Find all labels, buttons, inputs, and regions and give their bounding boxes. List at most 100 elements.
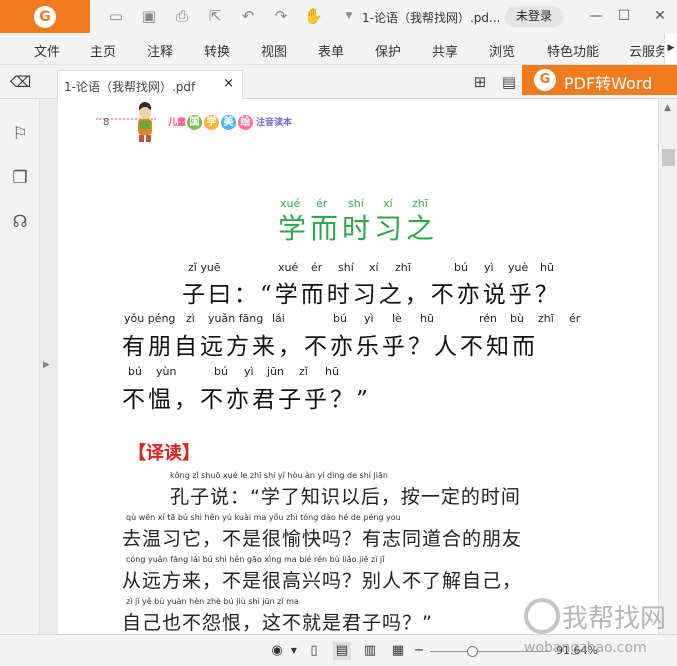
menu-browse[interactable]: 浏览 bbox=[489, 41, 515, 60]
grid-view-icon[interactable]: ⊞ bbox=[471, 73, 489, 91]
text-line: 不愠，不亦君子乎？” bbox=[122, 387, 371, 413]
scroll-thumb[interactable] bbox=[662, 149, 675, 166]
chapter-title: 学而时习之 bbox=[278, 212, 439, 245]
app-logo[interactable]: G bbox=[0, 0, 90, 33]
left-sidebar: ⚐ ❐ ☊ bbox=[0, 99, 40, 634]
translation-pinyin: zì jǐ yě bù yuàn hèn zhè bú jiù shì jūn … bbox=[126, 597, 299, 606]
facing-page-icon[interactable]: ▥ bbox=[361, 642, 379, 660]
translation-line: 去温习它，不是很愉快吗？有志同道合的朋友 bbox=[122, 528, 523, 550]
translation-line: 自己也不怨恨，这不就是君子吗？” bbox=[122, 612, 433, 634]
expand-panel-icon[interactable]: ▶ bbox=[43, 360, 50, 370]
continuous-page-icon[interactable]: ▤ bbox=[333, 642, 351, 660]
pages-icon[interactable]: ❐ bbox=[9, 167, 31, 189]
minimize-icon[interactable]: — bbox=[586, 6, 606, 26]
menu-features[interactable]: 特色功能 bbox=[547, 41, 599, 60]
pinyin: bú bbox=[128, 365, 142, 378]
series-char: 学 bbox=[204, 115, 220, 130]
pinyin: yì bbox=[244, 365, 254, 378]
print-icon[interactable]: ⎙ bbox=[173, 7, 191, 25]
pinyin: hū bbox=[540, 261, 554, 274]
menu-share[interactable]: 共享 bbox=[432, 41, 458, 60]
eraser-icon[interactable]: ⌫ bbox=[10, 73, 31, 91]
undo-icon[interactable]: ↶ bbox=[239, 7, 257, 25]
translation-pinyin: qù wēn xí tā bú shì hěn yú kuài ma yǒu z… bbox=[126, 513, 401, 522]
menu-home[interactable]: 主页 bbox=[90, 41, 116, 60]
pinyin: jūn bbox=[267, 365, 284, 378]
pinyin: yùn bbox=[156, 365, 177, 378]
eye-dropdown-icon[interactable]: ▼ bbox=[285, 642, 303, 660]
pinyin: shí bbox=[338, 261, 354, 274]
translation-line: 从远方来，不是很高兴吗？别人不了解自己， bbox=[122, 570, 523, 592]
pinyin: lè bbox=[392, 312, 402, 325]
pinyin: bú bbox=[214, 365, 228, 378]
translation-pinyin: kǒng zǐ shuō xué le zhī shi yǐ hòu àn yí… bbox=[170, 471, 388, 480]
series-prefix: 儿童 bbox=[168, 118, 187, 128]
pinyin: lái bbox=[272, 312, 285, 325]
pdf-page: 8 儿童国学美绘注音读本 xué ér shí xí zhī 学而时习之 zǐ … bbox=[58, 99, 658, 634]
menu-view[interactable]: 视图 bbox=[261, 41, 287, 60]
single-page-icon[interactable]: ▯ bbox=[305, 642, 323, 660]
dropdown-icon[interactable]: ▼ bbox=[340, 7, 358, 25]
close-icon[interactable]: ✕ bbox=[650, 6, 670, 26]
translation-line: 孔子说：“学了知识以后，按一定的时间 bbox=[170, 486, 521, 508]
pinyin: rén bbox=[479, 312, 498, 325]
menu-cloud[interactable]: 云服务 bbox=[629, 41, 668, 60]
tab-document[interactable]: 1-论语（我帮找网）.pdf × bbox=[57, 70, 243, 99]
window-title: 1-论语（我帮找网）.pd... bbox=[362, 11, 501, 25]
title-bar: G ▭ ▣ ⎙ ⇱ ↶ ↷ ✋ ▼ 1-论语（我帮找网）.pd... 未登录 —… bbox=[0, 0, 677, 33]
comments-icon[interactable]: ☊ bbox=[9, 211, 31, 233]
pdf-convert-icon: G bbox=[534, 69, 556, 91]
menu-file[interactable]: 文件 bbox=[34, 41, 60, 60]
tab-close-icon[interactable]: × bbox=[223, 76, 234, 91]
translation-heading: 【译读】 bbox=[128, 443, 200, 464]
hand-icon[interactable]: ✋ bbox=[304, 7, 323, 25]
pinyin: ér bbox=[569, 312, 581, 325]
page-number: 8 bbox=[103, 117, 110, 128]
export-icon[interactable]: ⇱ bbox=[206, 7, 224, 25]
pinyin: zǐ yuē bbox=[188, 261, 221, 274]
continuous-facing-icon[interactable]: ▦ bbox=[389, 642, 407, 660]
watermark-url: wobangzhao.com bbox=[524, 640, 647, 656]
pinyin: xí bbox=[369, 261, 379, 274]
vertical-scrollbar[interactable]: ▲ bbox=[658, 99, 677, 634]
menu-bar: 文件 主页 注释 转换 视图 表单 保护 共享 浏览 特色功能 云服务 bbox=[0, 33, 677, 65]
maximize-icon[interactable]: ☐ bbox=[614, 6, 634, 26]
menu-scroll-right-icon[interactable]: ▶ bbox=[664, 33, 677, 64]
text-line: 子曰：“学而时习之，不亦说乎？ bbox=[182, 282, 561, 308]
bookmark-icon[interactable]: ⚐ bbox=[9, 123, 31, 145]
pinyin: yuè bbox=[508, 261, 529, 274]
pinyin: hū bbox=[325, 365, 339, 378]
menu-form[interactable]: 表单 bbox=[318, 41, 344, 60]
menu-convert[interactable]: 转换 bbox=[204, 41, 230, 60]
tab-label: 1-论语（我帮找网）.pdf bbox=[64, 80, 196, 94]
child-illustration bbox=[138, 102, 152, 142]
menu-protect[interactable]: 保护 bbox=[375, 41, 401, 60]
watermark-text: 我帮找网 bbox=[562, 604, 667, 634]
menu-comment[interactable]: 注释 bbox=[147, 41, 173, 60]
text-line: 有朋自远方来，不亦乐乎？人不知而 bbox=[122, 334, 538, 360]
pinyin: bú bbox=[333, 312, 347, 325]
translation-pinyin: cóng yuǎn fāng lái bú shì hěn gāo xìng m… bbox=[126, 555, 385, 564]
layout-icon[interactable]: ▤ bbox=[500, 73, 518, 91]
login-button[interactable]: 未登录 bbox=[505, 6, 563, 27]
pinyin: yì bbox=[484, 261, 494, 274]
save-icon[interactable]: ▣ bbox=[140, 7, 158, 25]
scroll-up-icon[interactable]: ▲ bbox=[664, 103, 671, 113]
pinyin: hū bbox=[420, 312, 434, 325]
folder-icon[interactable]: ▭ bbox=[107, 7, 125, 25]
foxit-logo-icon: G bbox=[34, 6, 56, 28]
pdf-to-word-button[interactable]: G PDF转Word bbox=[522, 65, 677, 95]
zoom-out-icon[interactable]: − bbox=[410, 642, 428, 660]
book-series-title: 儿童国学美绘注音读本 bbox=[168, 115, 292, 130]
series-char: 国 bbox=[187, 115, 203, 130]
redo-icon[interactable]: ↷ bbox=[272, 7, 290, 25]
pinyin: bù bbox=[510, 312, 524, 325]
pinyin: bú bbox=[454, 261, 468, 274]
pinyin: zì bbox=[186, 312, 195, 325]
pinyin: yuǎn fāng bbox=[208, 312, 264, 325]
eye-icon[interactable]: ◉ bbox=[268, 642, 286, 660]
pinyin: zhī bbox=[538, 312, 554, 325]
pdf-to-word-label: PDF转Word bbox=[564, 74, 653, 93]
pinyin: zhī bbox=[395, 261, 411, 274]
zoom-slider-knob[interactable] bbox=[467, 646, 478, 657]
